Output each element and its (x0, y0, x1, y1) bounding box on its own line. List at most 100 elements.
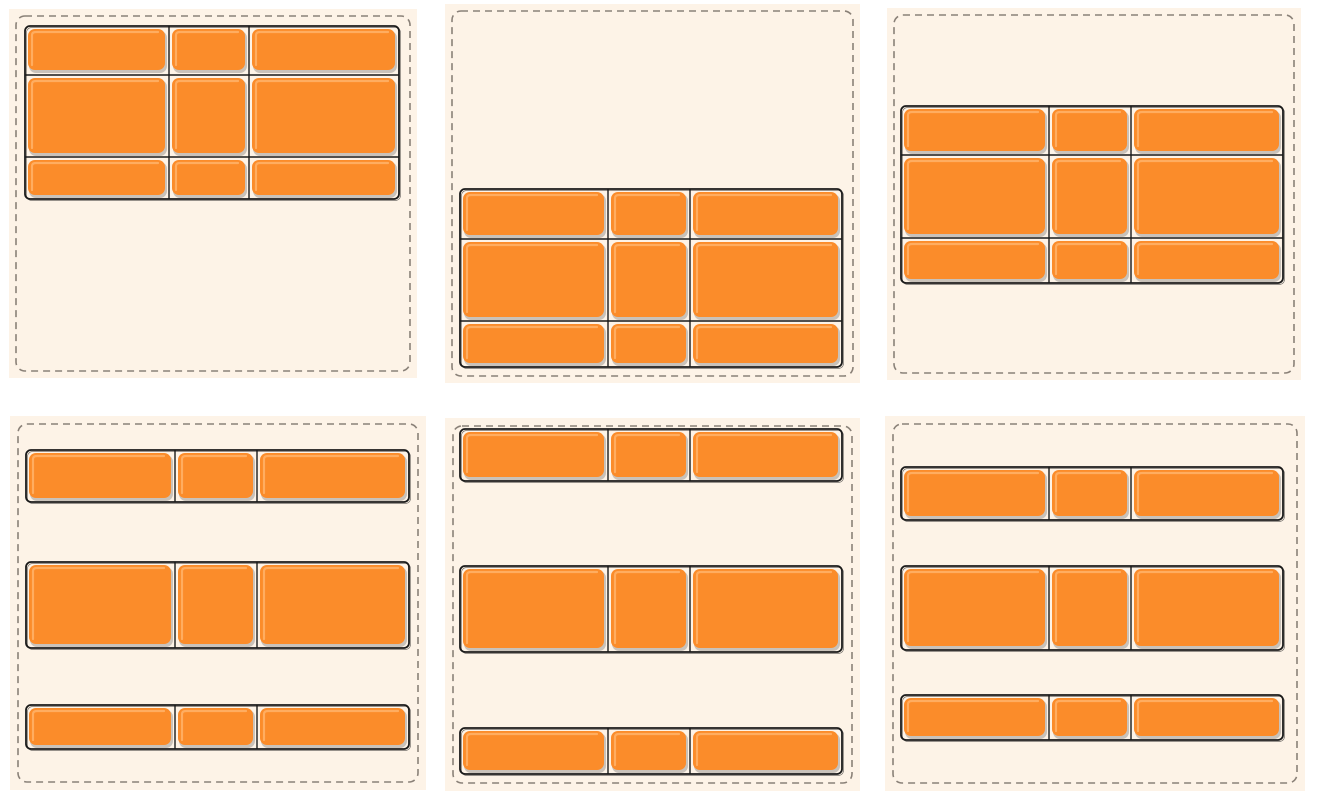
grid-cell-r3-c3 (693, 324, 840, 366)
cell-fill (1134, 698, 1279, 736)
grid-cell-r1-c1 (463, 432, 606, 480)
cell-fill (693, 324, 838, 363)
panel-space-evenly (885, 416, 1305, 791)
cell-fill (1134, 470, 1279, 516)
panel-align-end (445, 4, 860, 383)
grid-cell-r2-c3 (260, 565, 407, 647)
cell-fill (463, 569, 604, 648)
grid-cell-r2-c3 (252, 78, 397, 156)
cell-fill (29, 565, 171, 644)
grid-cell-r3-c2 (611, 731, 688, 773)
cell-fill (1052, 241, 1127, 279)
panel-svg-align-center (887, 8, 1301, 380)
grid-cell-r3-c1 (463, 731, 606, 773)
grid-cell-r2-c2 (172, 78, 247, 156)
cell-fill (172, 29, 245, 70)
cell-fill (611, 731, 686, 770)
cell-fill (178, 453, 253, 498)
panel-align-start (9, 9, 417, 378)
cell-fill (1052, 109, 1127, 151)
cell-fill (1052, 470, 1127, 516)
grid-cell-r2-c3 (693, 569, 840, 651)
panel-align-center (887, 8, 1301, 380)
cell-fill (252, 160, 395, 195)
cell-fill (1052, 158, 1127, 234)
cell-fill (904, 569, 1045, 646)
cell-fill (172, 78, 245, 153)
cell-fill (1134, 569, 1279, 646)
grid-cell-r1-c1 (904, 470, 1047, 519)
grid-cell-r1-c2 (611, 432, 688, 480)
grid-cell-r3-c1 (904, 698, 1047, 739)
grid-cell-r2-c3 (1134, 569, 1281, 649)
cell-fill (904, 470, 1045, 516)
grid-cell-r2-c1 (463, 242, 606, 320)
cell-fill (29, 708, 171, 745)
grid-cell-r2-c1 (28, 78, 167, 156)
grid-cell-r1-c1 (463, 192, 606, 238)
cell-fill (693, 192, 838, 235)
panel-svg-space-between (445, 418, 860, 791)
grid-cell-r1-c3 (1134, 470, 1281, 519)
cell-fill (463, 192, 604, 235)
panel-svg-space-evenly (885, 416, 1305, 791)
grid-cell-r3-c2 (611, 324, 688, 366)
cell-fill (611, 432, 686, 477)
grid-cell-r1-c1 (904, 109, 1047, 154)
grid-cell-r3-c3 (693, 731, 840, 773)
grid-cell-r1-c1 (28, 29, 167, 73)
grid-cell-r1-c3 (252, 29, 397, 73)
cell-fill (463, 242, 604, 317)
grid-cell-r1-c3 (1134, 109, 1281, 154)
cell-fill (1134, 241, 1279, 279)
cell-fill (178, 565, 253, 644)
grid-cell-r1-c2 (172, 29, 247, 73)
panel-svg-align-end (445, 4, 860, 383)
grid-cell-r1-c2 (1052, 470, 1129, 519)
grid-cell-r2-c1 (463, 569, 606, 651)
grid-cell-r2-c2 (611, 242, 688, 320)
grid-cell-r3-c3 (1134, 698, 1281, 739)
cell-fill (693, 731, 838, 770)
cell-fill (178, 708, 253, 745)
grid-cell-r1-c2 (611, 192, 688, 238)
cell-fill (1134, 158, 1279, 234)
grid-cell-r3-c2 (1052, 698, 1129, 739)
grid-cell-r1-c3 (693, 432, 840, 480)
grid-cell-r1-c2 (1052, 109, 1129, 154)
grid-cell-r3-c2 (178, 708, 255, 748)
cell-fill (1134, 109, 1279, 151)
cell-fill (252, 29, 395, 70)
cell-fill (29, 453, 171, 498)
cell-fill (28, 78, 165, 153)
grid-cell-r2-c2 (178, 565, 255, 647)
cell-fill (611, 569, 686, 648)
grid-cell-r3-c1 (904, 241, 1047, 282)
grid-cell-r1-c1 (29, 453, 173, 501)
cell-fill (904, 158, 1045, 234)
cell-fill (1052, 698, 1127, 736)
grid-cell-r3-c2 (172, 160, 247, 198)
cell-fill (252, 78, 395, 153)
cell-fill (904, 241, 1045, 279)
cell-fill (611, 324, 686, 363)
grid-cell-r3-c1 (29, 708, 173, 748)
cell-fill (172, 160, 245, 195)
cell-fill (904, 109, 1045, 151)
cell-fill (28, 160, 165, 195)
cell-fill (463, 432, 604, 477)
panel-space-between (445, 418, 860, 791)
grid-cell-r2-c3 (693, 242, 840, 320)
grid-cell-r3-c1 (28, 160, 167, 198)
grid-cell-r2-c2 (1052, 569, 1129, 649)
cell-fill (260, 565, 405, 644)
cell-fill (611, 192, 686, 235)
grid-cell-r2-c2 (611, 569, 688, 651)
cell-fill (260, 708, 405, 745)
panel-space-around (10, 416, 426, 790)
grid-cell-r3-c3 (260, 708, 407, 748)
cell-fill (28, 29, 165, 70)
grid-cell-r3-c1 (463, 324, 606, 366)
cell-fill (260, 453, 405, 498)
grid-cell-r2-c1 (904, 569, 1047, 649)
